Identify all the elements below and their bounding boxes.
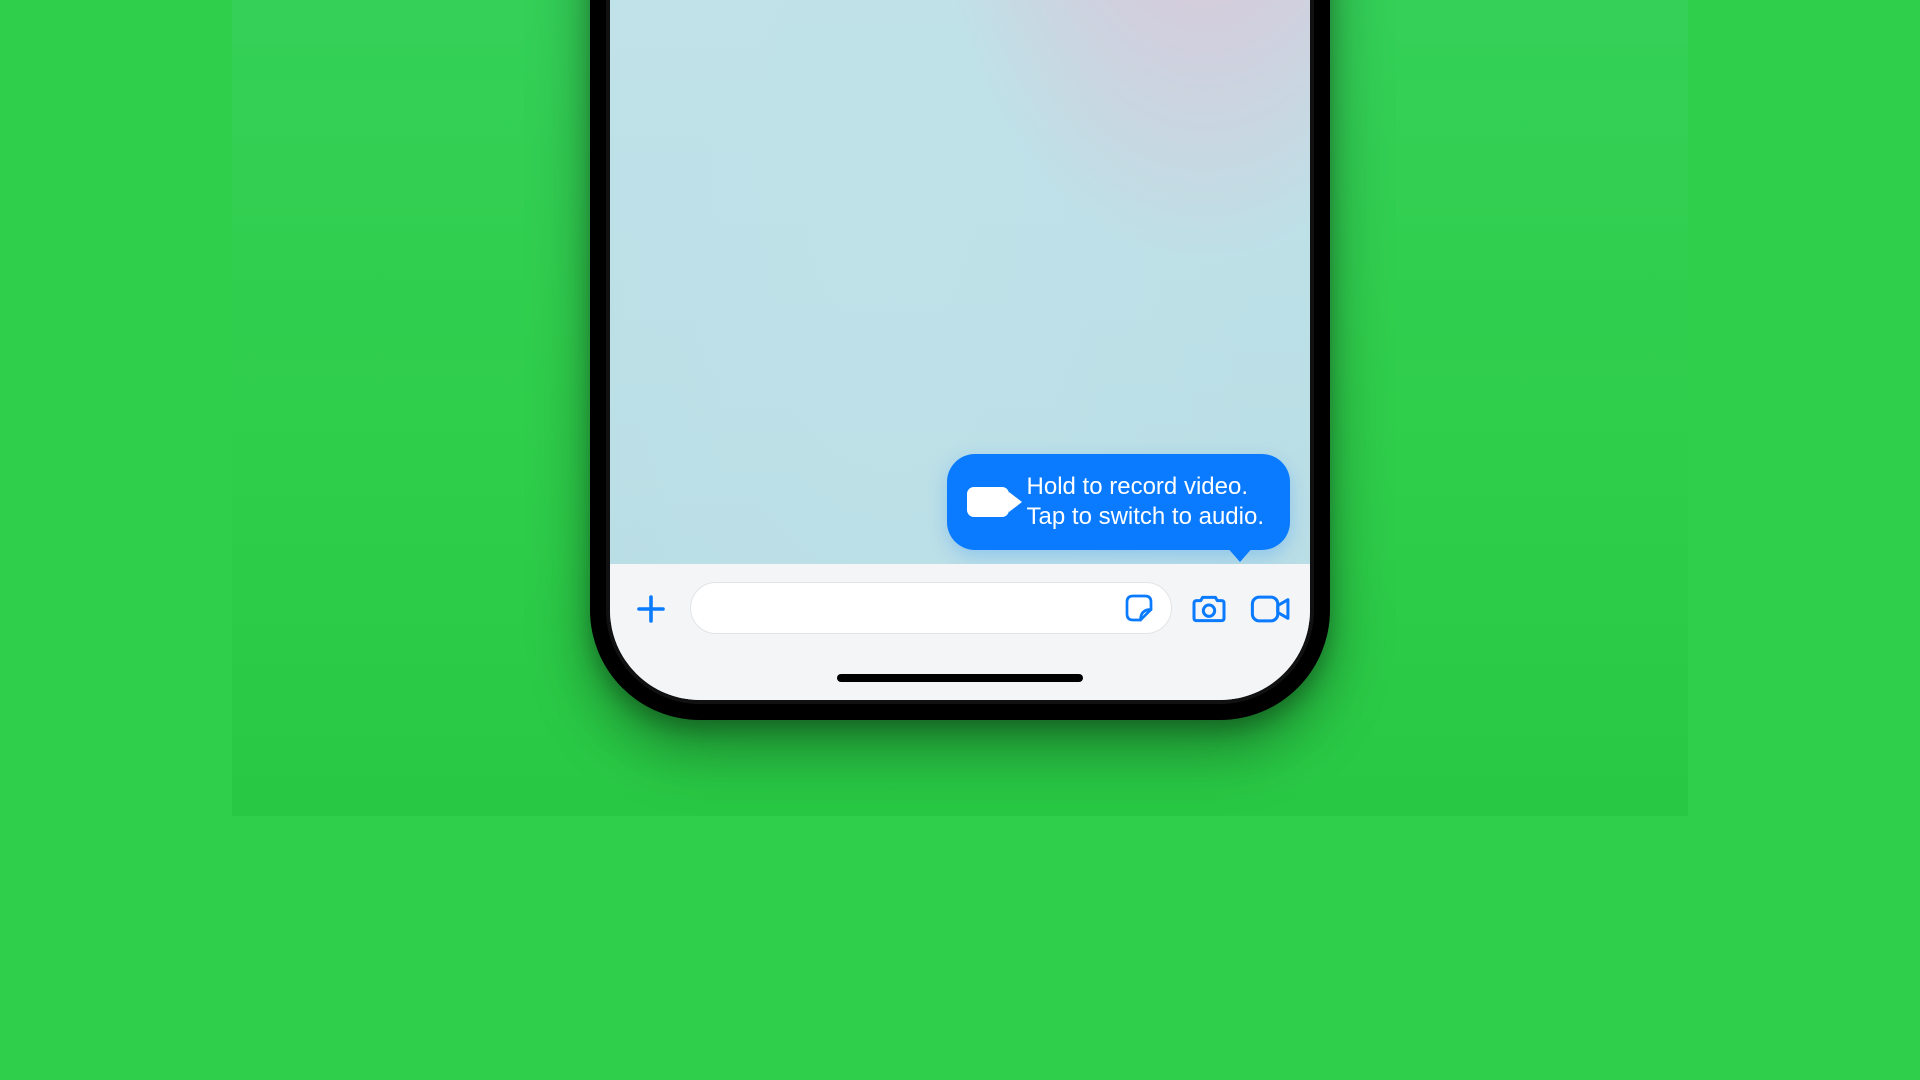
tooltip-text: Hold to record video. Tap to switch to a…	[1027, 472, 1264, 532]
sticker-button[interactable]	[1121, 590, 1157, 626]
phone-screen: Hold to record video. Tap to switch to a…	[610, 0, 1310, 700]
phone-frame: Hold to record video. Tap to switch to a…	[590, 0, 1330, 720]
camera-icon	[1189, 589, 1229, 629]
stage: Hold to record video. Tap to switch to a…	[232, 0, 1688, 816]
video-icon	[1249, 589, 1293, 629]
camera-button[interactable]	[1184, 582, 1234, 636]
video-record-button[interactable]	[1246, 582, 1296, 636]
home-indicator[interactable]	[837, 674, 1083, 682]
attach-button[interactable]	[624, 582, 678, 636]
plus-icon	[633, 591, 669, 627]
message-input[interactable]	[690, 582, 1172, 634]
tooltip-line2: Tap to switch to audio.	[1027, 503, 1264, 530]
tooltip-tail	[1226, 546, 1254, 562]
tooltip-line1: Hold to record video.	[1027, 473, 1248, 500]
sticker-icon	[1121, 590, 1157, 626]
phone-bezel: Hold to record video. Tap to switch to a…	[606, 0, 1314, 704]
video-icon	[967, 487, 1009, 517]
record-hint-tooltip: Hold to record video. Tap to switch to a…	[947, 454, 1290, 550]
